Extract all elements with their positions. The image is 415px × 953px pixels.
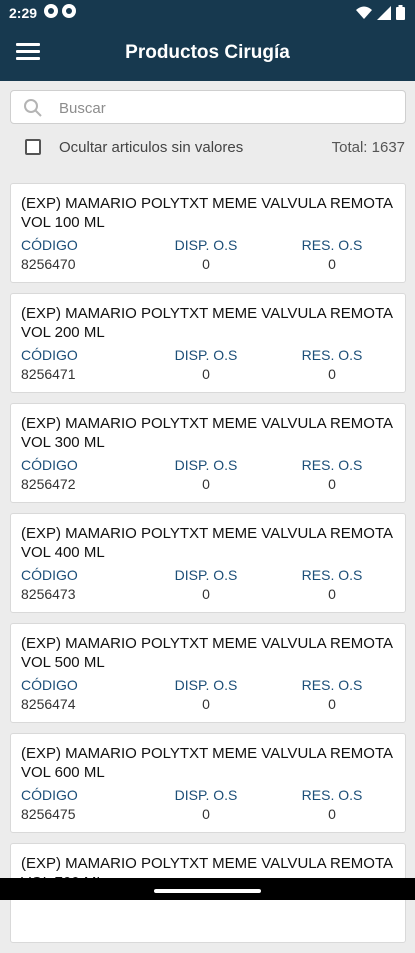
product-name: (EXP) MAMARIO POLYTXT MEME VALVULA REMOT… [21,415,393,451]
res-value: 0 [328,806,336,822]
code-value: 8256471 [21,366,76,382]
code-value: 8256470 [21,256,76,272]
res-value: 0 [328,256,336,272]
product-list: (EXP) MAMARIO POLYTXT MEME VALVULA REMOT… [10,183,406,953]
res-label: RES. O.S [301,237,363,253]
res-label: RES. O.S [301,677,363,693]
battery-icon [396,5,405,20]
search-bar[interactable] [10,90,406,124]
code-label: CÓDIGO [21,787,78,803]
disp-label: DISP. O.S [174,457,238,473]
code-value: 8256474 [21,696,76,712]
settings-icon [44,4,58,18]
res-value: 0 [328,586,336,602]
res-value: 0 [328,476,336,492]
disp-value: 0 [202,806,210,822]
code-label: CÓDIGO [21,677,78,693]
disp-label: DISP. O.S [174,787,238,803]
res-label: RES. O.S [301,567,363,583]
filter-row: Ocultar articulos sin valores Total: 163… [0,137,415,159]
product-card[interactable]: (EXP) MAMARIO POLYTXT MEME VALVULA REMOT… [10,733,406,833]
disp-value: 0 [202,476,210,492]
settings-icon [62,4,76,18]
code-value: 8256475 [21,806,76,822]
product-name: (EXP) MAMARIO POLYTXT MEME VALVULA REMOT… [21,195,393,231]
home-gesture-handle[interactable] [154,889,261,893]
res-value: 0 [328,366,336,382]
product-card[interactable]: (EXP) MAMARIO POLYTXT MEME VALVULA REMOT… [10,513,406,613]
search-icon [24,99,42,117]
disp-value: 0 [202,586,210,602]
status-time: 2:29 [9,5,38,21]
product-name: (EXP) MAMARIO POLYTXT MEME VALVULA REMOT… [21,525,393,561]
res-label: RES. O.S [301,347,363,363]
code-label: CÓDIGO [21,347,78,363]
product-name: (EXP) MAMARIO POLYTXT MEME VALVULA REMOT… [21,745,393,781]
app-header: Productos Cirugía [0,26,415,81]
res-value: 0 [328,696,336,712]
disp-value: 0 [202,366,210,382]
res-label: RES. O.S [301,457,363,473]
disp-label: DISP. O.S [174,347,238,363]
disp-value: 0 [202,696,210,712]
code-value: 8256473 [21,586,76,602]
product-name: (EXP) MAMARIO POLYTXT MEME VALVULA REMOT… [21,635,393,671]
status-bar: 2:29 [0,0,415,26]
product-name: (EXP) MAMARIO POLYTXT MEME VALVULA REMOT… [21,305,393,341]
signal-icon [377,5,391,20]
disp-label: DISP. O.S [174,237,238,253]
code-value: 8256472 [21,476,76,492]
code-label: CÓDIGO [21,567,78,583]
product-card[interactable]: (EXP) MAMARIO POLYTXT MEME VALVULA REMOT… [10,293,406,393]
search-input[interactable] [57,97,391,119]
product-card[interactable]: (EXP) MAMARIO POLYTXT MEME VALVULA REMOT… [10,183,406,283]
hide-empty-checkbox[interactable] [25,139,41,155]
code-label: CÓDIGO [21,457,78,473]
wifi-icon [356,6,372,19]
page-title: Productos Cirugía [125,42,290,63]
disp-label: DISP. O.S [174,567,238,583]
code-label: CÓDIGO [21,237,78,253]
product-card[interactable]: (EXP) MAMARIO POLYTXT MEME VALVULA REMOT… [10,403,406,503]
total-count: Total: 1637 [331,139,405,156]
res-label: RES. O.S [301,787,363,803]
product-card[interactable]: (EXP) MAMARIO POLYTXT MEME VALVULA REMOT… [10,623,406,723]
disp-label: DISP. O.S [174,677,238,693]
hide-empty-label[interactable]: Ocultar articulos sin valores [59,139,243,156]
disp-value: 0 [202,256,210,272]
